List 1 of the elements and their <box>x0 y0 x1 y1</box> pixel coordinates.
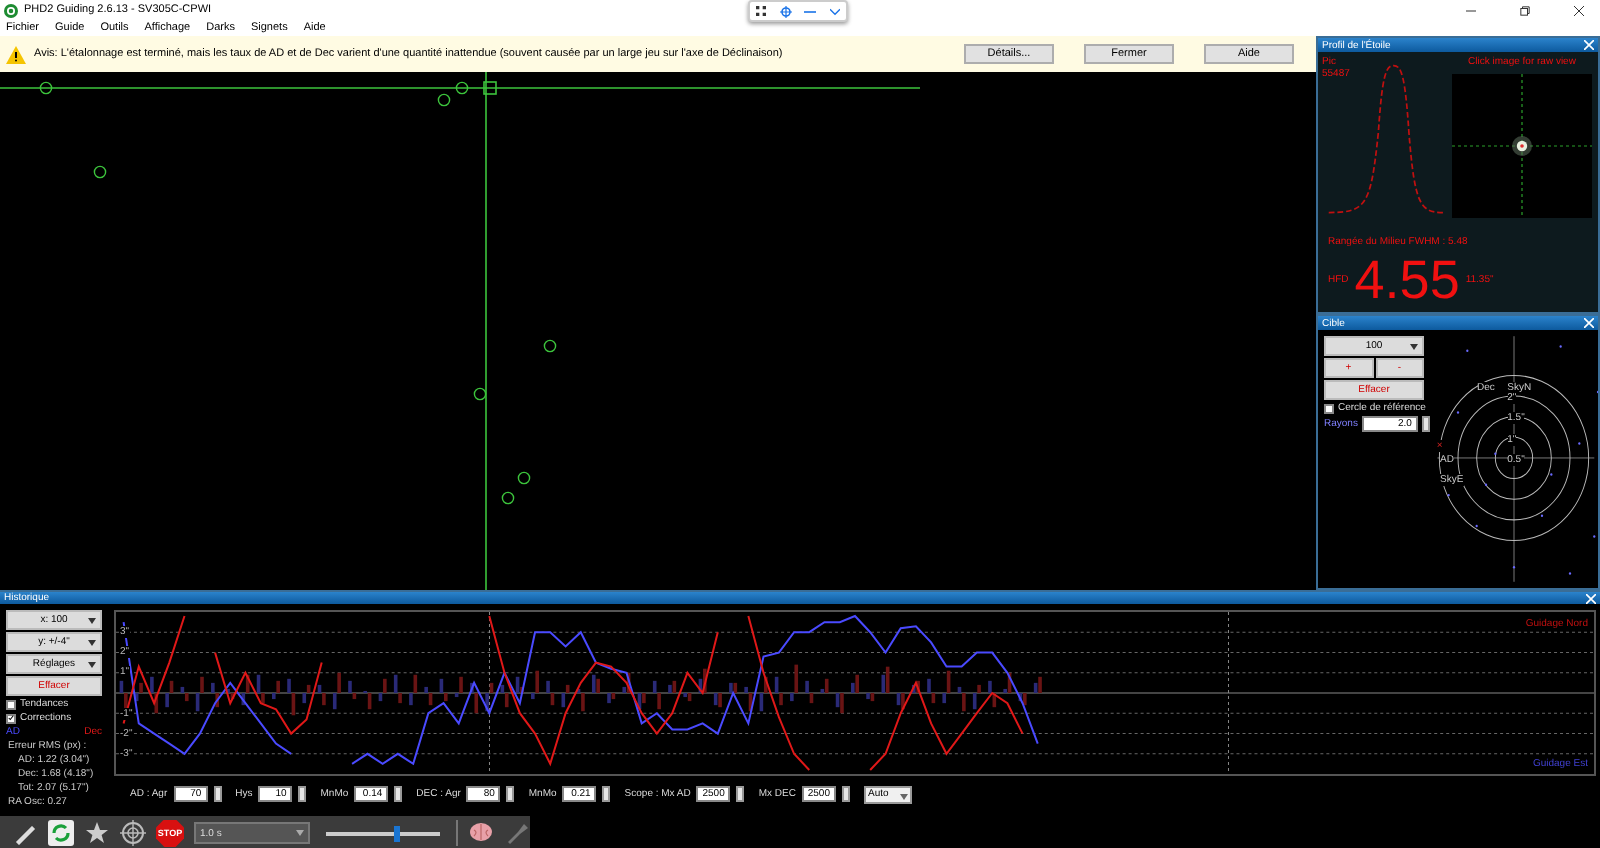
hfd-value: 4.55 <box>1354 252 1460 308</box>
